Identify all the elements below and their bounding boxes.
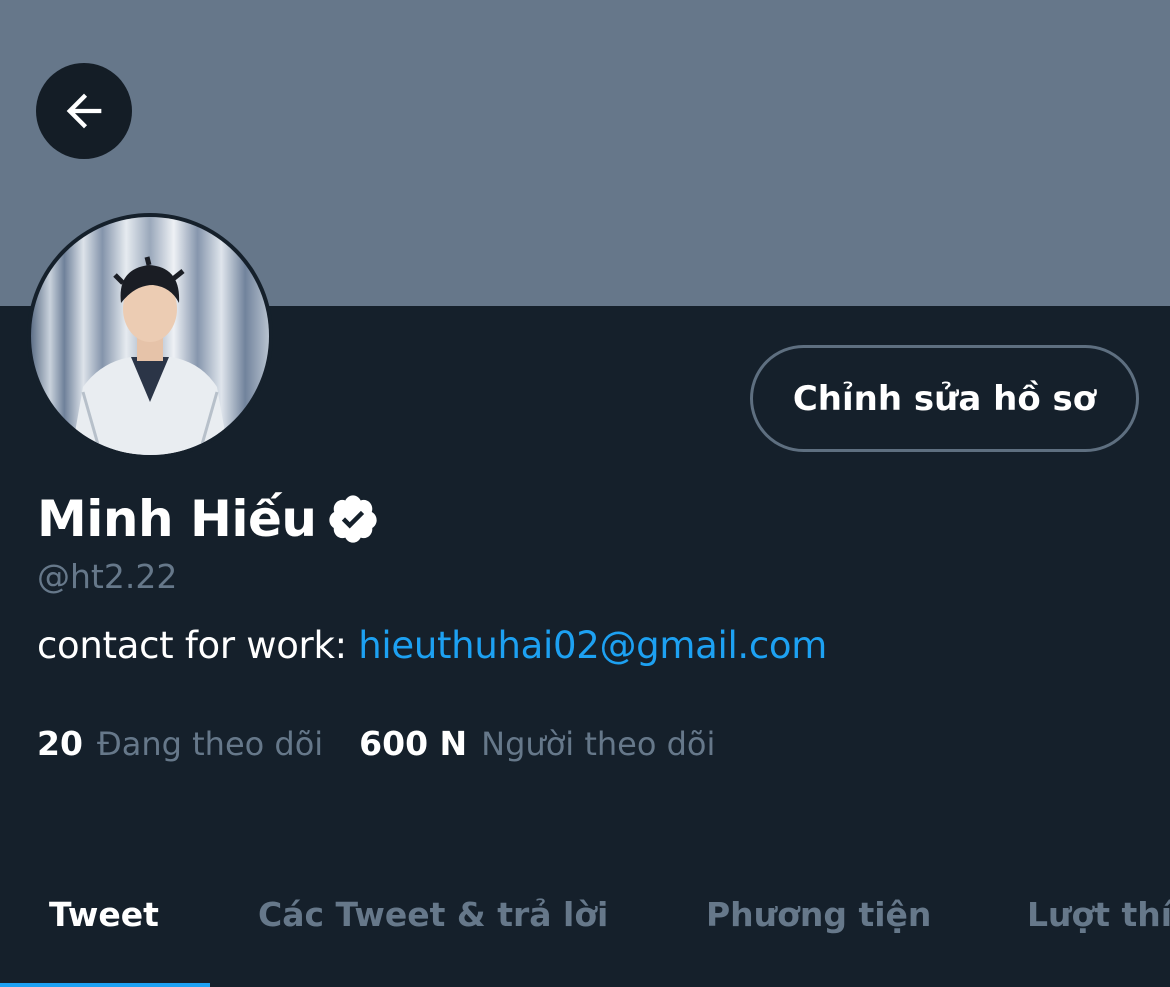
bio-text: contact for work: bbox=[37, 624, 359, 667]
active-tab-indicator bbox=[0, 983, 210, 987]
bio: contact for work: hieuthuhai02@gmail.com bbox=[37, 624, 827, 667]
following-count: 20 bbox=[37, 724, 83, 763]
display-name: Minh Hiếu bbox=[37, 490, 317, 548]
follow-stats: 20 Đang theo dõi 600 N Người theo dõi bbox=[37, 724, 715, 763]
followers-stat[interactable]: 600 N Người theo dõi bbox=[359, 724, 715, 763]
tab-media[interactable]: Phương tiện bbox=[706, 895, 931, 934]
tab-likes[interactable]: Lượt thích bbox=[1027, 895, 1170, 934]
following-label: Đang theo dõi bbox=[96, 725, 324, 763]
name-row: Minh Hiếu bbox=[37, 486, 380, 552]
avatar-photo bbox=[31, 217, 269, 455]
back-button[interactable] bbox=[36, 63, 132, 159]
followers-label: Người theo dõi bbox=[481, 725, 716, 763]
profile-tabs: Tweet Các Tweet & trả lời Phương tiện Lư… bbox=[0, 858, 1170, 987]
verified-badge-icon bbox=[326, 492, 380, 546]
tab-tweets-replies[interactable]: Các Tweet & trả lời bbox=[258, 895, 608, 934]
edit-profile-button[interactable]: Chỉnh sửa hồ sơ bbox=[750, 345, 1139, 452]
avatar[interactable] bbox=[27, 213, 273, 459]
following-stat[interactable]: 20 Đang theo dõi bbox=[37, 724, 323, 763]
user-handle: @ht2.22 bbox=[37, 557, 178, 596]
tab-tweets[interactable]: Tweet bbox=[49, 895, 159, 934]
arrow-left-icon bbox=[66, 93, 102, 129]
followers-count: 600 N bbox=[359, 724, 468, 763]
bio-email-link[interactable]: hieuthuhai02@gmail.com bbox=[358, 624, 827, 667]
